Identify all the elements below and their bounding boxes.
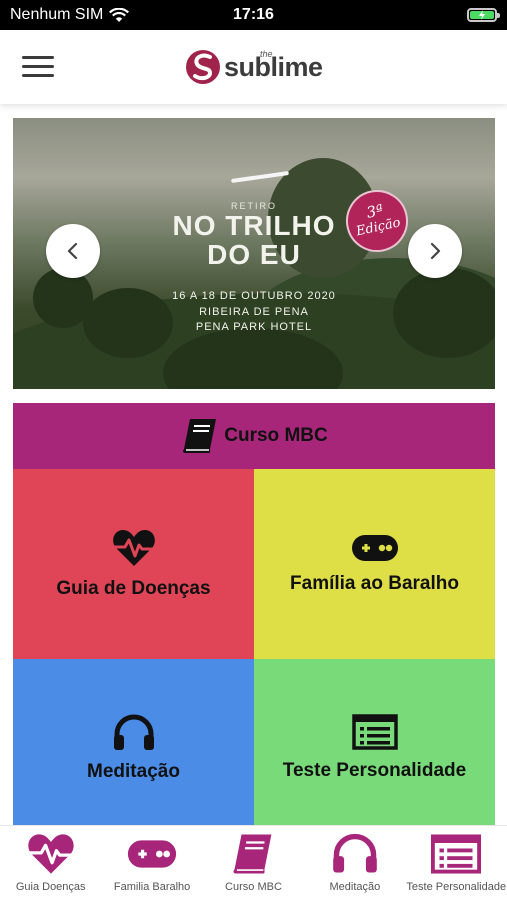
logo-name-text: sublime bbox=[224, 51, 323, 82]
battery-icon bbox=[467, 8, 500, 22]
status-bar: Nenhum SIM 17:16 bbox=[0, 0, 507, 30]
banner-place: RIBEIRA DE PENA bbox=[199, 306, 309, 318]
banner-dates: 16 A 18 DE OUTUBRO 2020 bbox=[172, 290, 336, 302]
banner-prev-button[interactable] bbox=[46, 224, 100, 278]
tile-teste-personalidade[interactable]: Teste Personalidade bbox=[254, 659, 495, 825]
tile-meditacao[interactable]: Meditação bbox=[13, 659, 254, 825]
sublime-logo: the sublime bbox=[186, 44, 323, 90]
tab-familia-baralho-label: Familia Baralho bbox=[113, 881, 191, 893]
course-mbc-label: Curso MBC bbox=[224, 425, 328, 446]
tab-guia-doencas[interactable]: Guia Doenças bbox=[0, 826, 101, 900]
chevron-right-icon bbox=[430, 242, 441, 260]
tab-teste-personalidade-label: Teste Personalidade bbox=[406, 881, 507, 893]
tile-meditacao-label: Meditação bbox=[87, 761, 180, 782]
charging-bolt-icon bbox=[479, 10, 485, 20]
headphones-icon bbox=[113, 714, 154, 750]
tile-familia-baralho[interactable]: Família ao Baralho bbox=[254, 469, 495, 659]
course-mbc-button[interactable]: Curso MBC bbox=[13, 403, 495, 469]
headphones-icon bbox=[333, 833, 377, 873]
book-icon bbox=[233, 834, 272, 874]
tab-curso-mbc-label: Curso MBC bbox=[225, 881, 282, 893]
tile-guia-doencas-label: Guia de Doenças bbox=[56, 578, 211, 599]
bottom-tab-bar: Guia Doenças Familia Baralho Curso MBC M… bbox=[0, 825, 507, 900]
gamepad-icon bbox=[351, 535, 398, 561]
tile-teste-personalidade-label: Teste Personalidade bbox=[282, 760, 467, 781]
gamepad-icon bbox=[127, 840, 177, 868]
list-icon bbox=[351, 714, 398, 750]
event-banner[interactable]: RETIRO NO TRILHO DO EU 3ª Edição 16 A 18… bbox=[13, 118, 495, 389]
tile-familia-baralho-label: Família ao Baralho bbox=[290, 573, 459, 594]
tab-meditacao[interactable]: Meditação bbox=[304, 826, 405, 900]
logo-the-text: the bbox=[260, 48, 273, 59]
tab-teste-personalidade[interactable]: Teste Personalidade bbox=[406, 826, 507, 900]
tab-guia-doencas-label: Guia Doenças bbox=[15, 881, 86, 893]
logo-mark-icon bbox=[186, 50, 220, 84]
book-icon bbox=[183, 419, 217, 453]
tile-guia-doencas[interactable]: Guia de Doenças bbox=[13, 469, 254, 659]
tab-familia-baralho[interactable]: Familia Baralho bbox=[101, 826, 202, 900]
app-header: the sublime bbox=[0, 30, 507, 104]
tab-meditacao-label: Meditação bbox=[329, 881, 381, 893]
tab-curso-mbc[interactable]: Curso MBC bbox=[203, 826, 304, 900]
heartbeat-icon bbox=[112, 530, 155, 566]
heartbeat-icon bbox=[28, 834, 74, 874]
hamburger-menu-icon[interactable] bbox=[22, 52, 56, 80]
list-icon bbox=[431, 834, 482, 874]
banner-hotel: PENA PARK HOTEL bbox=[195, 321, 313, 333]
chevron-left-icon bbox=[67, 242, 78, 260]
clock: 17:16 bbox=[233, 6, 274, 23]
banner-next-button[interactable] bbox=[408, 224, 462, 278]
